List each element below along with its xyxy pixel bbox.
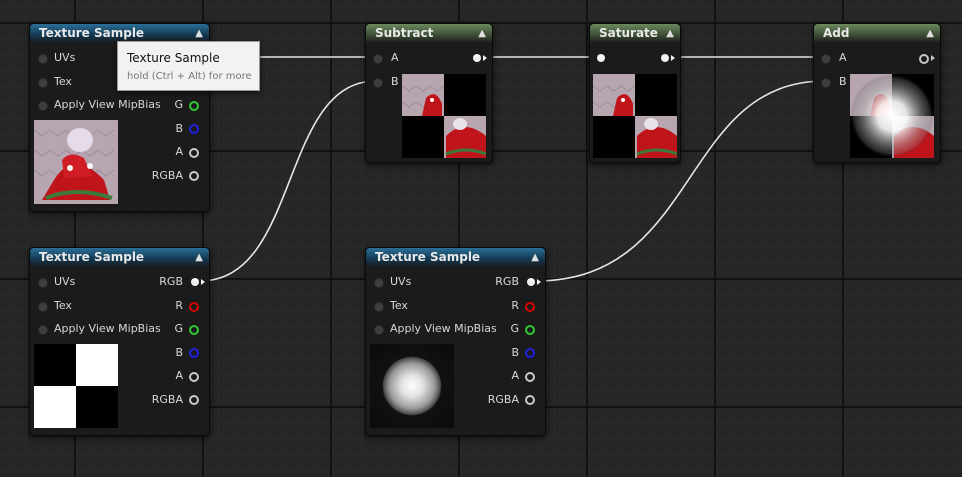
pin-arrow-icon (537, 279, 541, 285)
radial-gradient-thumbnail (370, 344, 454, 428)
rgba-output-pin[interactable] (189, 171, 199, 181)
mipbias-label: Apply View MipBias (54, 98, 161, 111)
node-header[interactable]: Add ▲ (814, 24, 940, 43)
b-input-label: B (391, 75, 399, 88)
chevron-up-icon[interactable]: ▲ (926, 24, 934, 43)
rgba-output-pin[interactable] (525, 395, 535, 405)
pin-arrow-icon (483, 55, 487, 61)
a-input-label: A (839, 51, 847, 64)
mipbias-input-pin[interactable] (374, 325, 384, 335)
uvs-input-pin[interactable] (38, 54, 48, 64)
saturate-node[interactable]: Saturate ▲ (589, 23, 681, 163)
rgba-output-label: RGBA (487, 393, 519, 406)
a-output-label: A (511, 369, 519, 382)
saturate-preview-thumbnail (593, 74, 677, 158)
subtract-preview-thumbnail (402, 74, 486, 158)
node-header[interactable]: Texture Sample ▲ (366, 248, 545, 267)
tooltip-hint: hold (Ctrl + Alt) for more (127, 71, 252, 82)
r-output-pin[interactable] (525, 302, 535, 312)
node-title: Add (823, 26, 850, 40)
a-output-label: A (175, 369, 183, 382)
rgba-output-pin[interactable] (189, 395, 199, 405)
result-output-pin[interactable] (473, 54, 481, 62)
result-output-pin[interactable] (919, 54, 929, 64)
a-input-pin[interactable] (373, 54, 383, 64)
rgb-output-label: RGB (495, 275, 519, 288)
uvs-label: UVs (54, 275, 76, 288)
uvs-label: UVs (390, 275, 412, 288)
node-header[interactable]: Texture Sample ▲ (30, 248, 209, 267)
pin-arrow-icon (201, 279, 205, 285)
mipbias-input-pin[interactable] (38, 101, 48, 111)
g-output-label: G (174, 98, 183, 111)
rgba-output-label: RGBA (151, 169, 183, 182)
mipbias-label: Apply View MipBias (390, 322, 497, 335)
rgb-output-pin[interactable] (191, 278, 199, 286)
chevron-up-icon[interactable]: ▲ (195, 248, 203, 267)
b-output-pin[interactable] (189, 348, 199, 358)
add-node[interactable]: Add ▲ A B (813, 23, 941, 163)
node-tooltip: Texture Sample hold (Ctrl + Alt) for mor… (117, 41, 260, 91)
b-output-pin[interactable] (525, 348, 535, 358)
a-output-pin[interactable] (525, 372, 535, 382)
a-output-pin[interactable] (189, 372, 199, 382)
b-input-label: B (839, 75, 847, 88)
b-input-pin[interactable] (821, 78, 831, 88)
mipbias-label: Apply View MipBias (54, 322, 161, 335)
node-header[interactable]: Saturate ▲ (590, 24, 680, 43)
texture-sample-node-checker[interactable]: Texture Sample ▲ UVs Tex Apply View MipB… (29, 247, 210, 436)
g-output-pin[interactable] (525, 325, 535, 335)
b-output-label: B (175, 122, 183, 135)
g-output-pin[interactable] (189, 101, 199, 111)
tex-label: Tex (54, 299, 72, 312)
g-output-pin[interactable] (189, 325, 199, 335)
node-title: Subtract (375, 26, 434, 40)
tooltip-title: Texture Sample (127, 51, 220, 65)
a-output-pin[interactable] (189, 148, 199, 158)
b-output-label: B (511, 346, 519, 359)
node-header[interactable]: Subtract ▲ (366, 24, 492, 43)
wire-ts-left-rgb-to-subtract-b (199, 80, 377, 282)
a-output-label: A (175, 145, 183, 158)
chevron-up-icon[interactable]: ▲ (478, 24, 486, 43)
checker-texture-thumbnail (34, 344, 118, 428)
pin-arrow-icon (931, 55, 935, 61)
tex-input-pin[interactable] (374, 302, 384, 312)
b-input-pin[interactable] (373, 78, 383, 88)
subtract-node[interactable]: Subtract ▲ A B (365, 23, 493, 163)
texture-preview-thumbnail (34, 120, 118, 204)
result-output-pin[interactable] (661, 54, 669, 62)
uvs-input-pin[interactable] (374, 278, 384, 288)
r-output-pin[interactable] (189, 302, 199, 312)
rgb-output-label: RGB (159, 275, 183, 288)
a-input-label: A (391, 51, 399, 64)
input-pin[interactable] (597, 54, 605, 62)
r-output-label: R (175, 299, 183, 312)
tex-label: Tex (54, 75, 72, 88)
tex-input-pin[interactable] (38, 78, 48, 88)
rgb-output-pin[interactable] (527, 278, 535, 286)
node-title: Texture Sample (39, 250, 145, 264)
pin-arrow-icon (671, 55, 675, 61)
b-output-pin[interactable] (189, 124, 199, 134)
a-input-pin[interactable] (821, 54, 831, 64)
mipbias-input-pin[interactable] (38, 325, 48, 335)
g-output-label: G (174, 322, 183, 335)
uvs-input-pin[interactable] (38, 278, 48, 288)
r-output-label: R (511, 299, 519, 312)
texture-sample-node-radial[interactable]: Texture Sample ▲ UVs Tex Apply View MipB… (365, 247, 546, 436)
b-output-label: B (175, 346, 183, 359)
node-title: Texture Sample (39, 26, 145, 40)
tex-input-pin[interactable] (38, 302, 48, 312)
g-output-label: G (510, 322, 519, 335)
chevron-up-icon[interactable]: ▲ (531, 248, 539, 267)
uvs-label: UVs (54, 51, 76, 64)
node-title: Texture Sample (375, 250, 481, 264)
chevron-up-icon[interactable]: ▲ (666, 24, 674, 43)
tex-label: Tex (390, 299, 408, 312)
node-title: Saturate (599, 26, 658, 40)
rgba-output-label: RGBA (151, 393, 183, 406)
add-preview-thumbnail (850, 74, 934, 158)
